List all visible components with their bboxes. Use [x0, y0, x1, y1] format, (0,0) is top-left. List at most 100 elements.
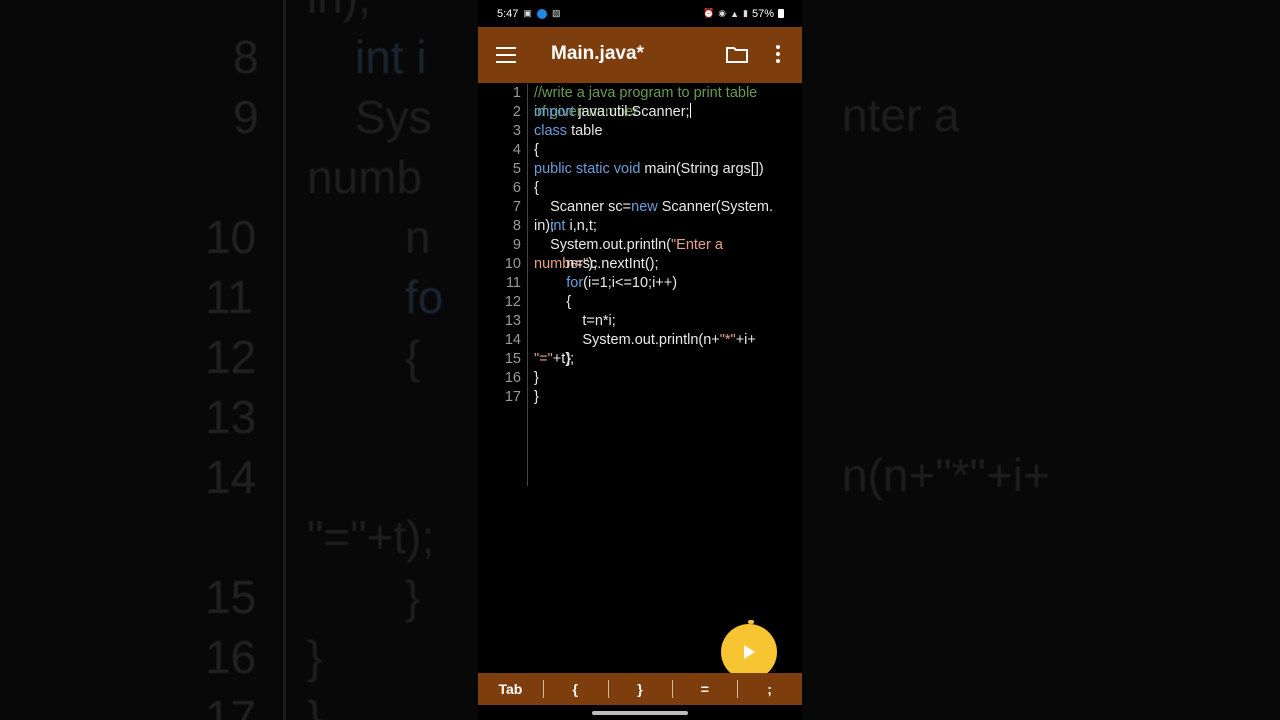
code-line[interactable]: 17} — [478, 388, 802, 407]
key-equals[interactable]: = — [672, 680, 737, 698]
text-cursor — [689, 103, 691, 118]
code-editor[interactable]: 1//write a java program to print table of… — [478, 83, 802, 486]
run-button[interactable] — [721, 624, 777, 680]
code-line[interactable]: 3 class table — [478, 122, 802, 141]
line-number: 8 — [512, 218, 521, 234]
code-line[interactable]: 8 int i,n,t; — [478, 217, 802, 236]
background-zoom-right: nter a n(n+"*"+i+ — [802, 0, 1280, 720]
code-text: for(i=1;i<=10;i++) — [534, 274, 677, 293]
code-text: { — [534, 141, 539, 160]
line-number: 1 — [512, 85, 521, 101]
key-close-brace[interactable]: } — [607, 680, 673, 698]
line-number: 13 — [504, 313, 521, 329]
code-token: n=sc.nextInt(); — [534, 256, 659, 272]
network-4g-icon: ▲ — [730, 8, 740, 19]
code-text: class table — [534, 122, 603, 141]
code-token: //write a java program to print table — [534, 85, 758, 101]
app-badge-icon — [536, 8, 547, 19]
code-line[interactable]: 12 { — [478, 293, 802, 312]
code-text: import java.util.Scanner; — [534, 103, 691, 122]
code-text: } — [534, 388, 539, 407]
code-text: //write a java program to print table — [534, 84, 757, 103]
code-token: System.out.println(n+ — [534, 332, 720, 348]
play-icon — [744, 645, 755, 659]
code-token: int — [550, 218, 566, 234]
code-token: Scanner(System. — [657, 199, 773, 215]
code-token: { — [534, 294, 572, 310]
line-number: 11 — [505, 275, 521, 291]
code-token: i,n,t; — [565, 218, 597, 234]
line-number: 2 — [512, 104, 521, 120]
code-token: new — [631, 199, 658, 215]
code-line[interactable]: 16} — [478, 369, 802, 388]
line-number: 4 — [512, 142, 521, 158]
code-token: "*" — [719, 332, 736, 348]
gesture-handle[interactable] — [592, 711, 688, 715]
code-line[interactable]: 13 t=n*i; — [478, 312, 802, 331]
screen-record-icon: ▣ — [523, 8, 532, 18]
line-number: 12 — [504, 294, 521, 310]
code-line[interactable]: 7 Scanner sc=new Scanner(System. — [478, 198, 802, 217]
code-token: t=n*i; — [534, 313, 616, 329]
line-number: 16 — [504, 370, 521, 386]
code-token: java.util.Scanner; — [574, 104, 690, 120]
code-line[interactable]: 4{ — [478, 141, 802, 160]
code-token: import — [534, 104, 575, 120]
code-token: main(String args[]) — [640, 161, 764, 177]
code-text: } — [534, 369, 539, 388]
code-token: for — [566, 275, 584, 291]
code-token: } — [534, 351, 572, 367]
status-bar: 5:47 ▣ ▧ ⏰ ◉ ▲ ▮ 57% — [478, 0, 802, 27]
file-title: Main.java* — [551, 43, 644, 64]
battery-icon — [778, 9, 784, 18]
code-token: Scanner sc= — [534, 199, 632, 215]
line-number: 7 — [512, 199, 521, 215]
key-semicolon[interactable]: ; — [737, 680, 802, 698]
code-text: public static void main(String args[]) — [534, 160, 764, 179]
code-token: table — [567, 123, 603, 139]
code-text: } — [534, 350, 571, 369]
code-token: +i+ — [735, 332, 756, 348]
line-number: 14 — [504, 332, 521, 348]
line-number: 5 — [512, 161, 521, 177]
signal-icon: ▮ — [743, 8, 748, 18]
code-line[interactable]: 5 public static void main(String args[]) — [478, 160, 802, 179]
code-line[interactable]: 10 n=sc.nextInt(); — [478, 255, 802, 274]
code-text: { — [534, 179, 539, 198]
code-token: (i=1;i<=10;i++) — [583, 275, 678, 291]
status-time: 5:47 — [497, 7, 519, 20]
hotspot-icon: ◉ — [718, 8, 727, 18]
code-line[interactable]: 14 System.out.println(n+"*"+i+ — [478, 331, 802, 350]
more-vert-icon[interactable] — [774, 45, 782, 65]
code-token: System.out.println( — [534, 237, 671, 253]
code-text: { — [534, 293, 571, 312]
line-number: 6 — [512, 180, 521, 196]
folder-icon[interactable] — [726, 46, 748, 63]
code-token: { — [534, 180, 539, 196]
code-text: int i,n,t; — [534, 217, 597, 236]
code-token: class — [534, 123, 568, 139]
phone-screen: 5:47 ▣ ▧ ⏰ ◉ ▲ ▮ 57% Main.java* 1 //write… — [478, 0, 802, 720]
code-text: System.out.println("Enter a — [534, 236, 723, 255]
key-tab[interactable]: Tab — [478, 681, 543, 697]
code-token: } — [534, 370, 539, 386]
line-number: 15 — [504, 351, 521, 367]
code-text: t=n*i; — [534, 312, 616, 331]
code-line[interactable]: 11 for(i=1;i<=10;i++) — [478, 274, 802, 293]
code-line[interactable]: 6{ — [478, 179, 802, 198]
code-line[interactable]: 9 System.out.println("Enter a — [478, 236, 802, 255]
hamburger-icon[interactable] — [496, 47, 516, 63]
code-line[interactable]: 15 } — [478, 350, 802, 369]
reader-icon: ▧ — [551, 8, 561, 18]
code-line[interactable]: 2 import java.util.Scanner; — [478, 103, 802, 122]
line-number: 9 — [512, 237, 521, 253]
background-zoom-left: in);8int i9Sysnumb10n11fo12{1314"="+t);1… — [0, 0, 478, 720]
line-number: 3 — [512, 123, 521, 139]
battery-percent: 57% — [751, 7, 774, 20]
code-line[interactable]: 1 //write a java program to print table — [478, 84, 802, 103]
key-open-brace[interactable]: { — [542, 680, 608, 698]
app-toolbar: Main.java* — [478, 27, 802, 83]
code-token: } — [534, 389, 539, 405]
code-text: System.out.println(n+"*"+i+ — [534, 331, 756, 350]
